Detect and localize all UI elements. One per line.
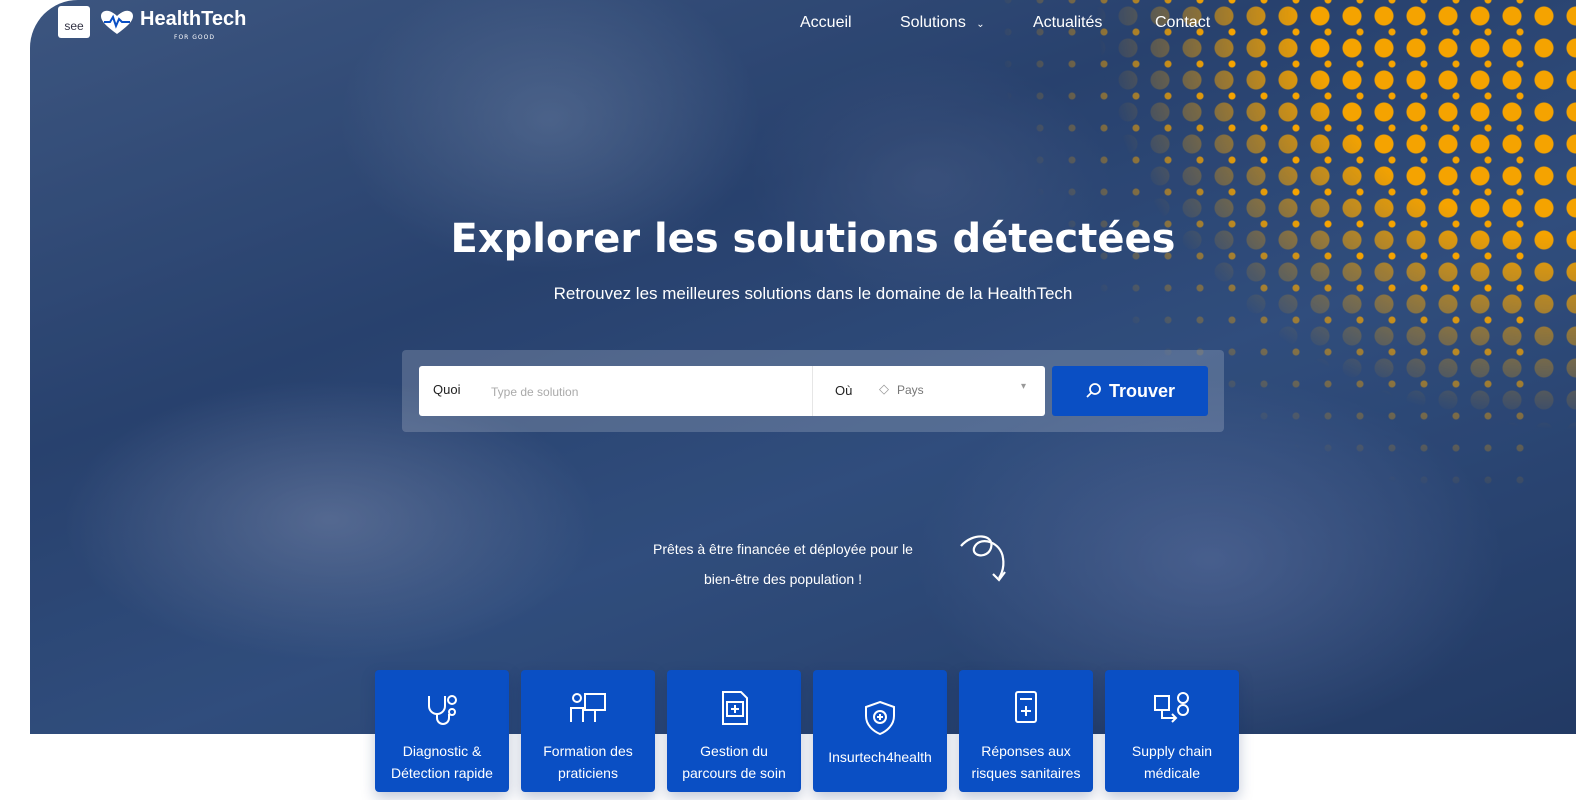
search-bar: Quoi Où ◇ Pays ▾ Trouver <box>402 350 1224 432</box>
brand-tagline: FOR GOOD <box>174 34 215 41</box>
stethoscope-icon <box>428 695 457 725</box>
nav-link-solutions[interactable]: Solutions ⌄ <box>900 14 985 32</box>
brand-name[interactable]: HealthTech <box>140 8 246 31</box>
divider <box>812 366 813 416</box>
category-label: Diagnostic & Détection rapide <box>375 740 509 784</box>
country-select-value: Pays <box>897 383 924 397</box>
category-label: Supply chain médicale <box>1105 740 1239 784</box>
top-navigation: see HealthTech FOR GOOD Accueil Solution… <box>0 0 1576 48</box>
category-label-line: Réponses aux <box>981 743 1071 759</box>
find-button[interactable]: Trouver <box>1052 366 1208 416</box>
heart-logo-icon[interactable] <box>100 10 134 36</box>
category-card-parcours[interactable]: Gestion du parcours de soin <box>667 670 801 792</box>
swirl-arrow-icon <box>960 535 1006 582</box>
page-title: Explorer les solutions détectées <box>450 216 1176 262</box>
category-label-line: Gestion du <box>700 743 768 759</box>
category-label-line: parcours de soin <box>682 765 786 781</box>
quoi-label: Quoi <box>433 382 461 397</box>
category-label-line: Diagnostic & <box>402 743 482 759</box>
category-card-risques[interactable]: Réponses aux risques sanitaires <box>959 670 1093 792</box>
nav-link-solutions-label: Solutions <box>900 14 966 31</box>
see-logo[interactable]: see <box>58 6 90 38</box>
category-label-line: Supply chain <box>1131 743 1213 759</box>
nav-link-accueil[interactable]: Accueil <box>800 14 852 32</box>
medical-form-icon <box>1015 691 1037 723</box>
caret-down-icon: ▾ <box>1021 381 1027 392</box>
supply-chain-icon <box>1154 692 1189 723</box>
category-label: Réponses aux risques sanitaires <box>959 740 1093 784</box>
hero-tagline: Prêtes à être financée et déployée pour … <box>598 534 968 594</box>
category-card-formation[interactable]: Formation des praticiens <box>521 670 655 792</box>
nav-link-contact[interactable]: Contact <box>1155 14 1210 32</box>
category-label: Gestion du parcours de soin <box>667 740 801 784</box>
nav-link-actualites[interactable]: Actualités <box>1033 14 1102 32</box>
category-card-supply-chain[interactable]: Supply chain médicale <box>1105 670 1239 792</box>
shield-plus-icon <box>865 700 895 736</box>
ou-label: Où <box>835 383 853 398</box>
teacher-board-icon <box>570 693 606 722</box>
category-label-line: risques sanitaires <box>971 765 1081 781</box>
category-label-line: Détection rapide <box>391 765 493 781</box>
search-icon <box>1086 383 1101 398</box>
category-label-line: Insurtech4health <box>828 749 932 765</box>
solution-type-input[interactable] <box>489 376 803 408</box>
medical-file-icon <box>722 691 748 725</box>
tagline-line-1: Prêtes à être financée et déployée pour … <box>653 541 913 557</box>
category-label-line: Formation des <box>543 743 633 759</box>
category-label: Insurtech4health <box>813 746 947 768</box>
page-subtitle: Retrouvez les meilleures solutions dans … <box>553 284 1073 303</box>
location-pin-icon: ◇ <box>879 382 889 397</box>
category-label: Formation des praticiens <box>521 740 655 784</box>
category-card-diagnostic[interactable]: Diagnostic & Détection rapide <box>375 670 509 792</box>
category-label-line: praticiens <box>558 765 618 781</box>
tagline-line-2: bien-être des population ! <box>704 571 862 587</box>
chevron-down-icon: ⌄ <box>976 19 985 30</box>
search-box: Quoi Où ◇ Pays ▾ <box>419 366 1045 416</box>
category-card-insurtech[interactable]: Insurtech4health <box>813 670 947 792</box>
find-button-label: Trouver <box>1108 380 1176 401</box>
category-label-line: médicale <box>1143 765 1201 781</box>
